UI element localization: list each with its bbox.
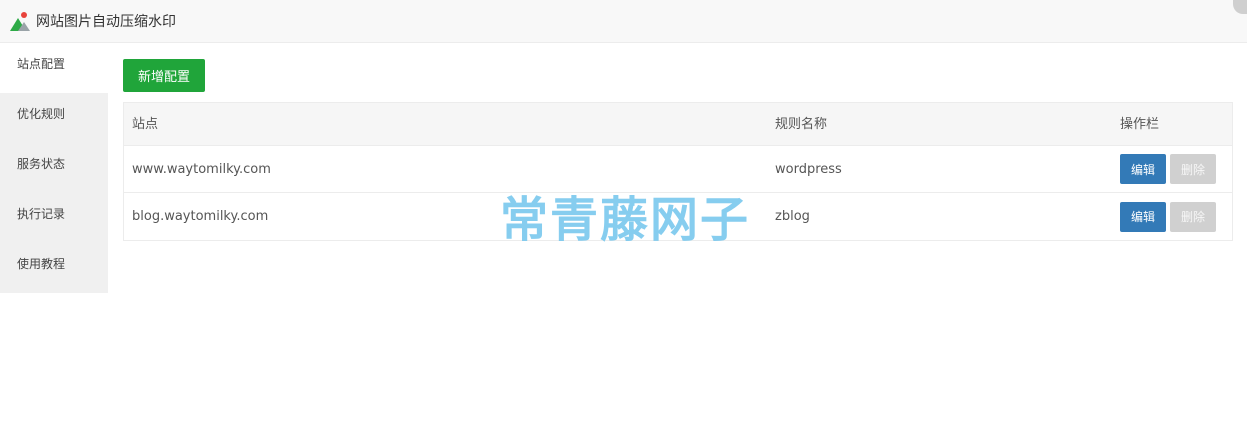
window-title: 网站图片自动压缩水印 xyxy=(36,14,176,30)
sidebar-item-site-config[interactable]: 站点配置 xyxy=(0,43,108,93)
header-operations: 操作栏 xyxy=(1120,116,1160,132)
table-row: www.waytomilky.com wordpress 编辑 删除 xyxy=(124,146,1232,193)
row-site: www.waytomilky.com xyxy=(132,161,271,177)
site-table: 站点 规则名称 操作栏 www.waytomilky.com wordpress… xyxy=(123,102,1233,241)
edit-button[interactable]: 编辑 xyxy=(1120,201,1166,232)
app-logo-icon xyxy=(10,12,30,31)
delete-button[interactable]: 删除 xyxy=(1170,154,1216,184)
sidebar-item-service-status[interactable]: 服务状态 xyxy=(0,143,108,193)
row-site: blog.waytomilky.com xyxy=(132,209,269,224)
edit-button[interactable]: 编辑 xyxy=(1120,154,1166,184)
header-site: 站点 xyxy=(132,116,159,132)
sidebar: 站点配置 优化规则 服务状态 执行记录 使用教程 xyxy=(0,43,108,293)
row-actions: 编辑 删除 xyxy=(1120,193,1216,240)
add-config-button[interactable]: 新增配置 xyxy=(123,59,205,92)
sidebar-item-optimize-rules[interactable]: 优化规则 xyxy=(0,93,108,143)
row-actions: 编辑 删除 xyxy=(1120,146,1216,192)
row-rule-name: wordpress xyxy=(775,161,842,177)
row-rule-name: zblog xyxy=(775,209,810,224)
close-icon[interactable] xyxy=(1233,0,1247,14)
table-row: blog.waytomilky.com zblog 编辑 删除 xyxy=(124,193,1232,240)
title-bar: 网站图片自动压缩水印 xyxy=(0,0,1247,43)
sidebar-item-tutorial[interactable]: 使用教程 xyxy=(0,243,108,293)
sidebar-item-exec-log[interactable]: 执行记录 xyxy=(0,193,108,243)
delete-button[interactable]: 删除 xyxy=(1170,201,1216,232)
header-rule-name: 规则名称 xyxy=(775,116,828,132)
table-header: 站点 规则名称 操作栏 xyxy=(124,103,1232,146)
